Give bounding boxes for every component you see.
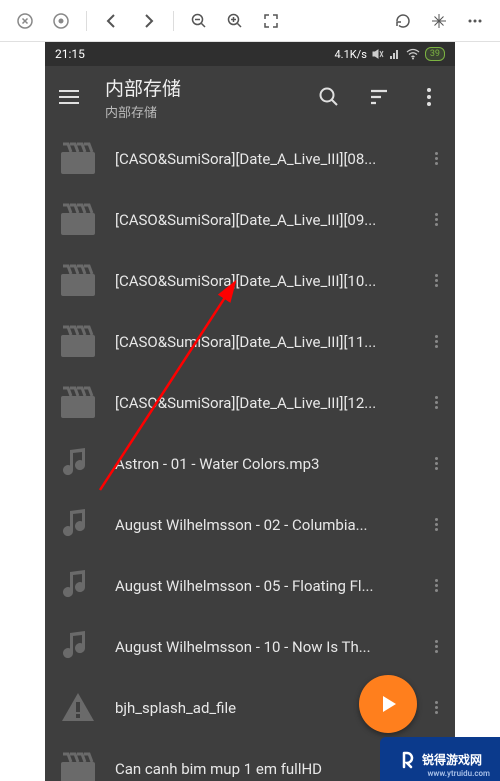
file-name: [CASO&SumiSora][Date_A_Live_III][08... [115, 150, 427, 168]
file-row[interactable]: August Wilhelmsson - 02 - Columbia... [45, 494, 455, 555]
file-name: August Wilhelmsson - 05 - Floating Fl... [115, 577, 427, 595]
file-more-icon[interactable] [427, 640, 445, 653]
file-row[interactable]: [CASO&SumiSora][Date_A_Live_III][08... [45, 128, 455, 189]
watermark: 锐得游戏网 www.ytruidu.com [380, 737, 500, 781]
video-file-icon [57, 199, 99, 241]
stop-circle-icon[interactable] [46, 6, 76, 36]
file-row[interactable]: August Wilhelmsson - 05 - Floating Fl... [45, 555, 455, 616]
divider [86, 11, 87, 31]
status-netspeed: 4.1K/s [334, 48, 366, 61]
fullscreen-icon[interactable] [256, 6, 286, 36]
more-vertical-icon[interactable] [417, 85, 441, 109]
file-more-icon[interactable] [427, 274, 445, 287]
file-more-icon[interactable] [427, 457, 445, 470]
sparkle-icon[interactable] [424, 6, 454, 36]
forward-arrow-icon[interactable] [133, 6, 163, 36]
video-file-icon [57, 382, 99, 424]
signal-icon [389, 48, 401, 60]
mute-icon [372, 48, 384, 60]
file-more-icon[interactable] [427, 335, 445, 348]
close-circle-icon[interactable] [10, 6, 40, 36]
more-horizontal-icon[interactable] [460, 6, 490, 36]
file-more-icon[interactable] [427, 396, 445, 409]
play-fab-button[interactable] [359, 675, 417, 733]
file-more-icon[interactable] [427, 701, 445, 714]
page-subtitle: 内部存储 [105, 102, 317, 121]
app-header: 内部存储 内部存储 [45, 66, 455, 128]
watermark-text: 锐得游戏网 [422, 751, 482, 768]
audio-file-icon [57, 565, 99, 607]
file-name: August Wilhelmsson - 10 - Now Is Th... [115, 638, 427, 656]
file-more-icon[interactable] [427, 213, 445, 226]
video-file-icon [57, 748, 99, 781]
divider [173, 11, 174, 31]
file-row[interactable]: [CASO&SumiSora][Date_A_Live_III][12... [45, 372, 455, 433]
top-toolbar [0, 0, 500, 42]
search-icon[interactable] [317, 85, 341, 109]
video-file-icon [57, 260, 99, 302]
audio-file-icon [57, 504, 99, 546]
status-time: 21:15 [55, 47, 85, 61]
file-name: Astron - 01 - Water Colors.mp3 [115, 455, 427, 473]
file-row[interactable]: August Wilhelmsson - 10 - Now Is Th... [45, 616, 455, 677]
file-more-icon[interactable] [427, 579, 445, 592]
file-row[interactable]: [CASO&SumiSora][Date_A_Live_III][11... [45, 311, 455, 372]
page-title: 内部存储 [105, 74, 317, 101]
file-name: [CASO&SumiSora][Date_A_Live_III][12... [115, 394, 427, 412]
battery-icon: 39 [425, 47, 445, 61]
warn-file-icon [57, 687, 99, 729]
rotate-icon[interactable] [388, 6, 418, 36]
file-more-icon[interactable] [427, 518, 445, 531]
file-name: [CASO&SumiSora][Date_A_Live_III][10... [115, 272, 427, 290]
file-more-icon[interactable] [427, 152, 445, 165]
status-bar: 21:15 4.1K/s 39 [45, 42, 455, 66]
watermark-url: www.ytruidu.com [428, 769, 490, 778]
video-file-icon [57, 138, 99, 180]
sort-icon[interactable] [367, 85, 391, 109]
wifi-icon [406, 48, 420, 60]
file-row[interactable]: Astron - 01 - Water Colors.mp3 [45, 433, 455, 494]
file-name: [CASO&SumiSora][Date_A_Live_III][11... [115, 333, 427, 351]
audio-file-icon [57, 443, 99, 485]
audio-file-icon [57, 626, 99, 668]
menu-icon[interactable] [59, 85, 83, 109]
video-file-icon [57, 321, 99, 363]
zoom-in-icon[interactable] [220, 6, 250, 36]
file-name: [CASO&SumiSora][Date_A_Live_III][09... [115, 211, 427, 229]
phone-screen: 21:15 4.1K/s 39 内部存储 内部存储 [CASO&SumiSo [45, 42, 455, 781]
file-row[interactable]: [CASO&SumiSora][Date_A_Live_III][09... [45, 189, 455, 250]
back-arrow-icon[interactable] [97, 6, 127, 36]
file-name: August Wilhelmsson - 02 - Columbia... [115, 516, 427, 534]
file-row[interactable]: [CASO&SumiSora][Date_A_Live_III][10... [45, 250, 455, 311]
zoom-out-icon[interactable] [184, 6, 214, 36]
